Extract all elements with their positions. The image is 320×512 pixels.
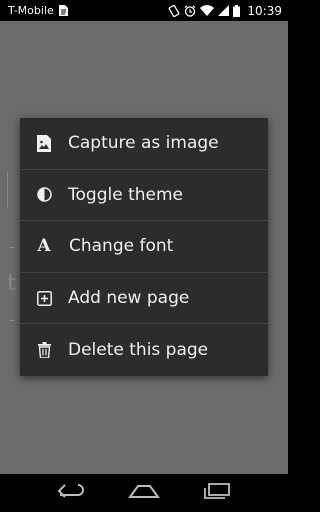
image-icon [36,134,52,152]
menu-item-label: Toggle theme [68,184,183,205]
menu-item-label: Add new page [68,288,190,309]
rotate-icon [168,4,180,17]
menu-item-toggle-theme[interactable]: Toggle theme [20,170,268,222]
trash-icon [36,341,52,359]
overflow-menu: Capture as image Toggle theme A Change f… [20,118,268,376]
text-cursor-mark [7,172,8,208]
menu-item-label: Capture as image [68,133,219,154]
line-mark [9,247,15,248]
ghost-text: t [7,271,16,296]
font-icon: A [37,236,51,257]
line-mark [9,320,15,321]
back-button[interactable] [51,478,91,508]
menu-item-label: Delete this page [68,340,209,361]
screen: T-Mobile 10:39 t Capture as image Toggle… [0,0,288,512]
navigation-bar [0,474,288,512]
menu-item-change-font[interactable]: A Change font [20,221,268,273]
recents-button[interactable] [197,478,237,508]
document-icon [58,5,68,16]
signal-icon [218,5,230,16]
menu-item-delete-this-page[interactable]: Delete this page [20,324,268,376]
clock: 10:39 [247,3,282,18]
menu-item-add-new-page[interactable]: Add new page [20,273,268,325]
add-box-icon [36,289,52,307]
home-button[interactable] [124,478,164,508]
recents-icon [203,483,231,503]
menu-item-capture-as-image[interactable]: Capture as image [20,118,268,170]
menu-item-label: Change font [69,236,174,257]
battery-icon [233,4,241,17]
alarm-icon [184,5,196,17]
home-icon [128,483,160,503]
carrier-label: T-Mobile [8,4,54,17]
wifi-icon [200,5,215,16]
status-bar: T-Mobile 10:39 [0,0,288,21]
contrast-icon [36,186,52,204]
back-icon [57,483,85,503]
